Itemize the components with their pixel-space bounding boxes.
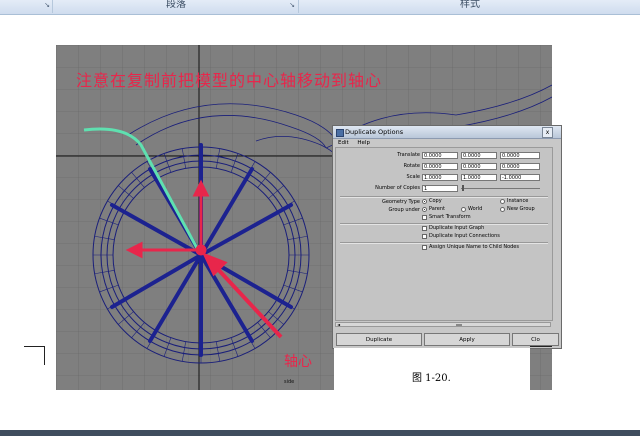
- rotate-label: Rotate: [403, 163, 420, 169]
- scale-y-field[interactable]: 1.0000: [461, 174, 497, 181]
- group-parent-radio[interactable]: [422, 207, 427, 212]
- ribbon-group-paragraph-label: 段落: [166, 0, 186, 10]
- duplicate-button[interactable]: Duplicate: [336, 333, 422, 346]
- instruction-text: 注意在复制前把模型的中心轴移动到轴心: [76, 71, 383, 90]
- rotate-z-field[interactable]: 0.0000: [500, 163, 540, 170]
- group-world-label: World: [468, 206, 483, 212]
- scale-z-field[interactable]: -1.0000: [500, 174, 540, 181]
- group-newgroup-label: New Group: [507, 206, 535, 212]
- group-under-label: Group under: [388, 207, 420, 213]
- scale-x-field[interactable]: 1.0000: [422, 174, 458, 181]
- translate-x-field[interactable]: 0.0000: [422, 152, 458, 159]
- group-parent-label: Parent: [429, 206, 446, 212]
- rotate-y-field[interactable]: 0.0000: [461, 163, 497, 170]
- dialog-menubar: Edit Help: [333, 139, 561, 147]
- menu-edit[interactable]: Edit: [338, 140, 349, 146]
- copies-label: Number of Copies: [375, 185, 420, 191]
- dup-input-connections-label: Duplicate Input Connections: [429, 233, 500, 239]
- ribbon-group-styles-label: 样式: [460, 0, 480, 10]
- translate-z-field[interactable]: 0.0000: [500, 152, 540, 159]
- menu-help[interactable]: Help: [357, 140, 370, 146]
- copies-slider[interactable]: [461, 188, 540, 189]
- maya-app-icon: [336, 129, 344, 137]
- close-button[interactable]: Clo: [512, 333, 559, 346]
- figure-caption: 图 1-20.: [412, 373, 451, 384]
- scroll-thumb[interactable]: [456, 324, 462, 326]
- dialog-title: Duplicate Options: [345, 128, 404, 136]
- copies-field[interactable]: 1: [422, 185, 458, 192]
- copies-slider-handle[interactable]: [462, 185, 464, 191]
- geometry-copy-radio[interactable]: [422, 199, 427, 204]
- pivot-label: 轴心: [284, 354, 312, 370]
- options-panel: Translate 0.0000 0.0000 0.0000 Rotate 0.…: [335, 147, 553, 321]
- ribbon-group-styles: 样式: [300, 0, 640, 13]
- apply-button[interactable]: Apply: [424, 333, 510, 346]
- assign-unique-name-checkbox[interactable]: [422, 245, 427, 250]
- geometry-instance-label: Instance: [507, 198, 529, 204]
- smart-transform-label: Smart Transform: [429, 214, 471, 220]
- dup-input-graph-checkbox[interactable]: [422, 226, 427, 231]
- ribbon-bar: ↘ 段落 ↘ 样式: [0, 0, 640, 15]
- crop-mark-left: [24, 346, 45, 365]
- translate-label: Translate: [397, 152, 420, 158]
- status-bar: [0, 430, 640, 436]
- ribbon-group-paragraph: 段落 ↘: [54, 0, 299, 13]
- geometry-copy-label: Copy: [429, 198, 442, 204]
- viewport-name-label: side: [284, 379, 295, 385]
- geometry-type-label: Geometry Type: [381, 199, 420, 205]
- translate-y-field[interactable]: 0.0000: [461, 152, 497, 159]
- duplicate-options-dialog: Duplicate Options x Edit Help Translate …: [332, 125, 562, 349]
- dup-input-connections-checkbox[interactable]: [422, 234, 427, 239]
- scroll-left-arrow-icon[interactable]: ◄: [337, 322, 340, 327]
- dup-input-graph-label: Duplicate Input Graph: [429, 225, 485, 231]
- close-icon[interactable]: x: [542, 127, 553, 138]
- scale-label: Scale: [406, 174, 420, 180]
- crop-mark-right: [530, 346, 552, 347]
- horizontal-scrollbar[interactable]: ◄: [335, 322, 551, 327]
- dialog-launcher-icon[interactable]: ↘: [44, 1, 50, 10]
- paragraph-launcher-icon[interactable]: ↘: [289, 1, 295, 10]
- group-world-radio[interactable]: [461, 207, 466, 212]
- smart-transform-checkbox[interactable]: [422, 215, 427, 220]
- dialog-titlebar[interactable]: Duplicate Options x: [333, 126, 561, 139]
- rotate-x-field[interactable]: 0.0000: [422, 163, 458, 170]
- assign-unique-name-label: Assign Unique Name to Child Nodes: [429, 244, 519, 250]
- geometry-instance-radio[interactable]: [500, 199, 505, 204]
- group-newgroup-radio[interactable]: [500, 207, 505, 212]
- ribbon-group-left-stub: ↘: [0, 0, 53, 13]
